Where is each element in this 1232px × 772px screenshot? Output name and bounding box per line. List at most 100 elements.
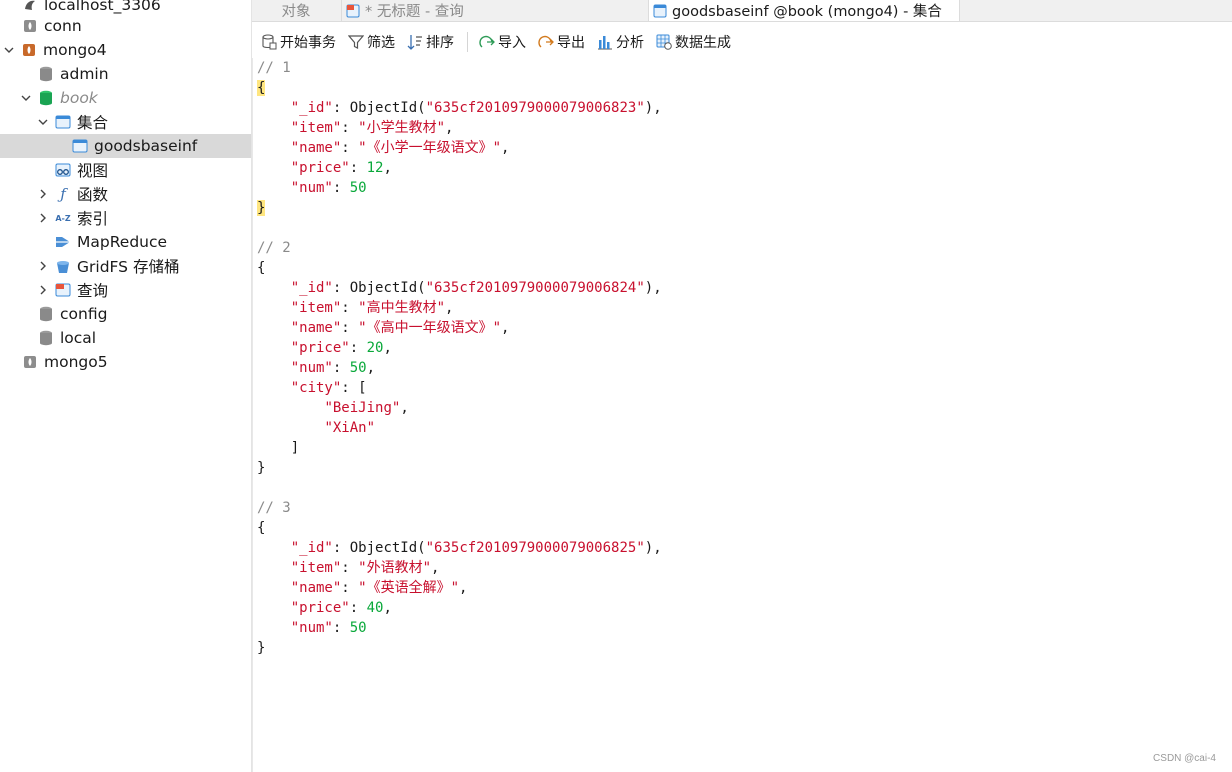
begin-transaction-label: 开始事务	[280, 35, 336, 51]
export-label: 导出	[557, 35, 585, 51]
query-icon	[346, 4, 360, 18]
tree-item-label: 视图	[77, 162, 109, 180]
tree-item-goodsbaseinf[interactable]: goodsbaseinf	[0, 134, 251, 158]
array-close-bracket: ]	[257, 440, 300, 456]
gridfs-icon	[55, 258, 71, 274]
database-icon	[38, 66, 54, 82]
chevron-down-icon[interactable]	[20, 92, 32, 104]
import-icon	[479, 34, 495, 50]
functions-icon: ƒ	[60, 185, 66, 203]
database-icon	[38, 330, 54, 346]
analyze-label: 分析	[616, 35, 644, 51]
tree-item-admin[interactable]: admin	[0, 62, 251, 86]
field-id: "_id": ObjectId("635cf201097900007900682…	[290, 280, 662, 296]
tree-item-mapreduce[interactable]: MapReduce	[0, 230, 251, 254]
tree-item-conn[interactable]: conn	[0, 14, 251, 38]
mongo-connection-active-icon	[21, 42, 37, 58]
tab-label: 对象	[281, 4, 311, 20]
chevron-right-icon[interactable]	[37, 188, 49, 200]
import-label: 导入	[498, 35, 526, 51]
bar-chart-icon	[597, 34, 613, 50]
tree-item-local[interactable]: local	[0, 326, 251, 350]
field-city: "city": [	[290, 380, 367, 396]
transaction-icon	[261, 34, 277, 50]
generate-data-label: 数据生成	[675, 35, 731, 51]
database-icon	[38, 306, 54, 322]
field-num: "num": 50	[290, 180, 367, 196]
export-icon	[538, 34, 554, 50]
sort-icon	[407, 34, 423, 50]
collections-folder-icon	[55, 114, 71, 130]
chevron-right-icon[interactable]	[37, 284, 49, 296]
tree-item-indexes[interactable]: A-Z 索引	[0, 206, 251, 230]
tree-item-queries[interactable]: 查询	[0, 278, 251, 302]
tree-item-label: admin	[60, 65, 109, 83]
tab-objects[interactable]: 对象	[252, 0, 340, 21]
tab-goodsbaseinf-collection[interactable]: goodsbaseinf @book (mongo4) - 集合	[648, 0, 960, 21]
document-close-brace: }	[257, 640, 266, 656]
field-id: "_id": ObjectId("635cf201097900007900682…	[290, 540, 662, 556]
filter-button[interactable]: 筛选	[345, 29, 398, 55]
field-id: "_id": ObjectId("635cf201097900007900682…	[290, 100, 662, 116]
filter-icon	[348, 34, 364, 50]
tree-item-collections[interactable]: 集合	[0, 110, 251, 134]
tree-item-mongo4[interactable]: mongo4	[0, 38, 251, 62]
analyze-button[interactable]: 分析	[594, 29, 647, 55]
field-name: "name": "《高中一年级语文》",	[290, 320, 510, 336]
field-price: "price": 12,	[290, 160, 392, 176]
mysql-connection-icon	[22, 0, 38, 13]
collection-icon	[653, 4, 667, 18]
views-icon	[55, 162, 71, 178]
chevron-down-icon[interactable]	[37, 116, 49, 128]
tree-item-label: conn	[44, 17, 82, 35]
field-price: "price": 40,	[290, 600, 392, 616]
document-comment: // 2	[257, 240, 291, 256]
tree-item-book[interactable]: book	[0, 86, 251, 110]
tree-item-label: book	[60, 89, 98, 107]
tree-item-mongo5[interactable]: mongo5	[0, 350, 251, 374]
navigation-tree: localhost_3306 conn mongo4 admin book 集合…	[0, 0, 252, 772]
field-name: "name": "《小学一年级语文》",	[290, 140, 510, 156]
document-open-brace: {	[257, 260, 266, 276]
sort-label: 排序	[426, 35, 454, 51]
toolbar: 开始事务 筛选 排序 导入 导出 分析 数据生成	[252, 28, 1232, 56]
field-num: "num": 50	[290, 620, 367, 636]
tree-item-label: 函数	[77, 186, 109, 204]
sort-button[interactable]: 排序	[404, 29, 457, 55]
tree-item-config[interactable]: config	[0, 302, 251, 326]
document-open-brace: {	[257, 80, 266, 96]
document-open-brace: {	[257, 520, 266, 536]
generate-data-button[interactable]: 数据生成	[653, 29, 734, 55]
tree-item-label: 集合	[77, 114, 109, 132]
collection-icon	[72, 138, 88, 154]
field-name: "name": "《英语全解》",	[290, 580, 468, 596]
field-num: "num": 50,	[290, 360, 376, 376]
array-element: "BeiJing",	[324, 400, 409, 416]
tree-item-gridfs[interactable]: GridFS 存储桶	[0, 254, 251, 278]
tab-label: * 无标题 - 查询	[365, 4, 464, 20]
tree-item-label: mongo4	[43, 41, 107, 59]
field-item: "item": "高中生教材",	[290, 300, 454, 316]
database-open-icon	[38, 90, 54, 106]
export-button[interactable]: 导出	[535, 29, 588, 55]
chevron-down-icon[interactable]	[3, 44, 15, 56]
document-results-editor[interactable]: // 1 { "_id": ObjectId("635cf20109790000…	[252, 58, 1232, 772]
field-item: "item": "外语教材",	[290, 560, 440, 576]
import-button[interactable]: 导入	[476, 29, 529, 55]
tab-label: goodsbaseinf @book (mongo4) - 集合	[672, 4, 942, 20]
mongo-connection-icon	[22, 18, 38, 34]
tree-item-label: 查询	[77, 282, 109, 300]
begin-transaction-button[interactable]: 开始事务	[258, 29, 339, 55]
tree-item-views[interactable]: 视图	[0, 158, 251, 182]
tree-item-label: MapReduce	[77, 233, 168, 251]
tree-item-label: GridFS 存储桶	[77, 258, 180, 276]
chevron-right-icon[interactable]	[37, 212, 49, 224]
tree-item-functions[interactable]: ƒ 函数	[0, 182, 251, 206]
field-item: "item": "小学生教材",	[290, 120, 454, 136]
data-generation-icon	[656, 34, 672, 50]
mapreduce-icon	[55, 234, 71, 250]
chevron-right-icon[interactable]	[37, 260, 49, 272]
watermark: CSDN @cai-4	[1153, 753, 1216, 764]
tab-untitled-query[interactable]: * 无标题 - 查询	[341, 0, 652, 21]
queries-icon	[55, 282, 71, 298]
